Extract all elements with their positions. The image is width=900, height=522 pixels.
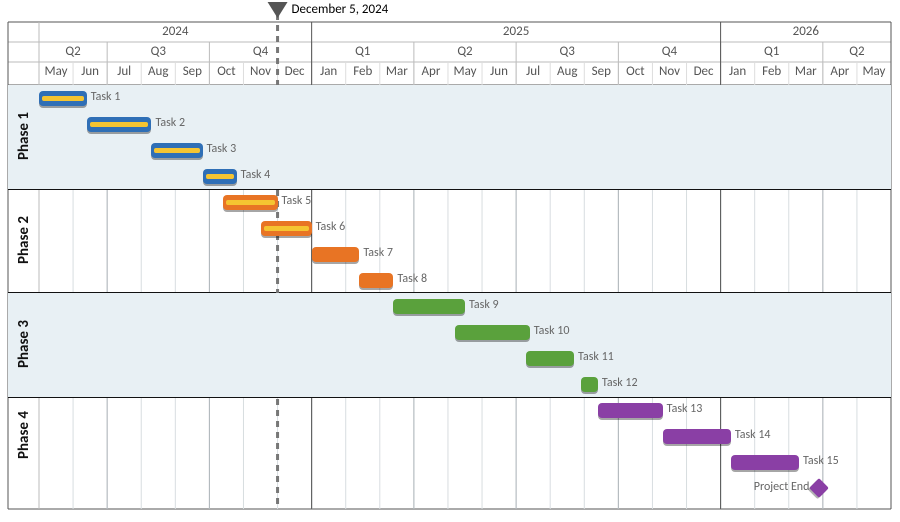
timeline-header-label: May: [857, 64, 891, 79]
task-bar: [663, 429, 731, 444]
milestone-label: Project End: [729, 480, 809, 494]
gantt-chart: 202420252026Q2Q3Q4Q1Q2Q3Q4Q1Q2MayJunJulA…: [0, 0, 900, 522]
timeline-header-label: 2026: [721, 24, 891, 39]
timeline-header-label: Q4: [209, 44, 311, 59]
timeline-header-label: Mar: [789, 64, 823, 79]
timeline-header-label: Jan: [312, 64, 346, 79]
timeline-header-label: Nov: [243, 64, 277, 79]
timeline-header-label: Jan: [721, 64, 755, 79]
timeline-header-label: Aug: [141, 64, 175, 79]
timeline-header-label: Jun: [73, 64, 107, 79]
timeline-header-label: Apr: [414, 64, 448, 79]
task-label: Task 14: [735, 428, 771, 442]
phase-band: [8, 85, 891, 189]
timeline-header-label: May: [39, 64, 73, 79]
timeline-header-label: Q3: [107, 44, 209, 59]
task-label: Task 11: [578, 350, 614, 364]
timeline-header-label: 2025: [312, 24, 721, 39]
phase-label: Phase 1: [15, 98, 33, 174]
task-progress-stripe: [154, 148, 199, 153]
timeline-header-label: Q1: [312, 44, 414, 59]
task-bar: [581, 377, 598, 392]
timeline-header-label: Dec: [278, 64, 312, 79]
timeline-header-label: Mar: [380, 64, 414, 79]
task-bar: [526, 351, 574, 366]
today-date-label: December 5, 2024: [292, 2, 389, 17]
task-progress-stripe: [206, 174, 234, 179]
milestone-diamond: [810, 478, 830, 498]
task-label: Task 4: [241, 168, 271, 182]
task-label: Task 1: [91, 90, 121, 104]
timeline-header-label: Feb: [755, 64, 789, 79]
timeline-header-label: Sep: [584, 64, 618, 79]
timeline-header-label: Apr: [823, 64, 857, 79]
task-label: Task 2: [155, 116, 185, 130]
task-bar: [598, 403, 663, 418]
timeline-header-label: Q4: [618, 44, 720, 59]
task-label: Task 9: [469, 298, 499, 312]
task-bar: [39, 91, 87, 106]
phase-label: Phase 2: [15, 202, 33, 278]
timeline-header-label: Jun: [482, 64, 516, 79]
timeline-header-label: Q2: [414, 44, 516, 59]
task-progress-stripe: [42, 96, 84, 101]
task-bar: [359, 273, 393, 288]
task-label: Task 8: [397, 272, 427, 286]
timeline-header-label: Feb: [346, 64, 380, 79]
task-label: Task 3: [207, 142, 237, 156]
phase-label: Phase 3: [15, 306, 33, 382]
timeline-header-label: Jul: [516, 64, 550, 79]
timeline-header-label: Oct: [209, 64, 243, 79]
task-bar: [87, 117, 152, 132]
task-label: Task 13: [667, 402, 703, 416]
task-label: Task 5: [282, 194, 312, 208]
timeline-header-label: Q2: [823, 44, 891, 59]
task-bar: [393, 299, 465, 314]
timeline-header-label: Dec: [687, 64, 721, 79]
task-bar: [261, 221, 312, 236]
task-label: Task 7: [363, 246, 393, 260]
timeline-header-label: Q3: [516, 44, 618, 59]
task-bar: [312, 247, 360, 262]
timeline-header-label: Sep: [175, 64, 209, 79]
timeline-header-label: Nov: [652, 64, 686, 79]
timeline-header-label: Jul: [107, 64, 141, 79]
timeline-header-label: Aug: [550, 64, 584, 79]
task-bar: [455, 325, 530, 340]
task-progress-stripe: [264, 226, 309, 231]
task-progress-stripe: [90, 122, 149, 127]
task-progress-stripe: [226, 200, 275, 205]
timeline-header-label: May: [448, 64, 482, 79]
timeline-header-label: Q2: [39, 44, 107, 59]
task-label: Task 15: [803, 454, 839, 468]
task-bar: [203, 169, 237, 184]
task-bar: [223, 195, 278, 210]
task-bar: [151, 143, 202, 158]
task-label: Task 10: [534, 324, 570, 338]
task-bar: [731, 455, 799, 470]
timeline-header-label: 2024: [39, 24, 312, 39]
timeline-header-label: Q1: [721, 44, 823, 59]
task-label: Task 6: [316, 220, 346, 234]
phase-label: Phase 4: [15, 397, 33, 473]
task-label: Task 12: [602, 376, 638, 390]
timeline-header-label: Oct: [618, 64, 652, 79]
